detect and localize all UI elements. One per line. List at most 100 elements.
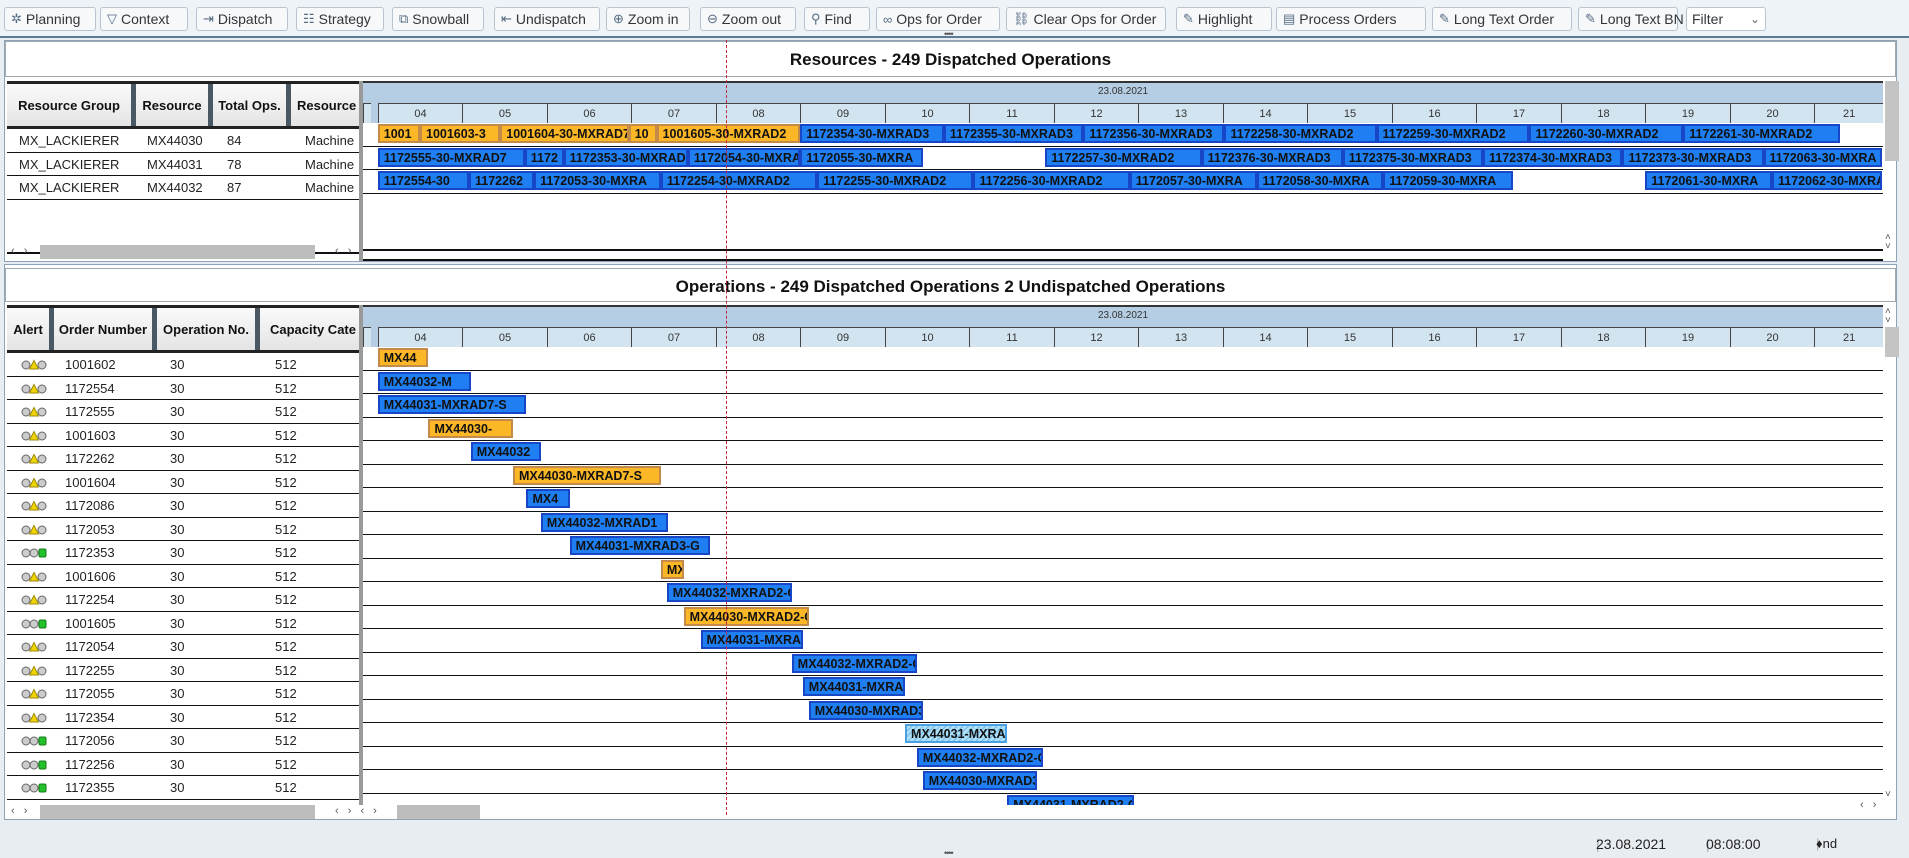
operation-row[interactable]: 1001602 30 512 bbox=[7, 353, 359, 377]
highlight-button[interactable]: ✎ Highlight bbox=[1176, 7, 1272, 31]
filter-dropdown[interactable]: Filter ⌄ bbox=[1686, 7, 1766, 31]
operation-bar[interactable]: 1172260-30-MXRAD2 bbox=[1529, 124, 1684, 143]
scroll-up-down-icon[interactable]: ˄ ˅ bbox=[1885, 307, 1894, 326]
operation-bar[interactable]: 1172353-30-MXRAD3 bbox=[563, 147, 688, 167]
column-header-alert[interactable]: Alert bbox=[7, 308, 54, 350]
zoom-out-button[interactable]: ⊖ Zoom out bbox=[700, 7, 796, 31]
ops-for-order-button[interactable]: ∞ Ops for Order bbox=[876, 7, 1000, 31]
column-header-capacity-category[interactable]: Capacity Cate bbox=[260, 308, 359, 350]
operation-bar[interactable]: 1172373-30-MXRAD3 bbox=[1622, 147, 1764, 167]
operation-bar[interactable]: MX44031-MXRAD2-GR bbox=[1007, 794, 1135, 805]
operation-bar[interactable]: 1172 bbox=[524, 147, 564, 167]
operation-row[interactable]: 1172053 30 512 bbox=[7, 518, 359, 541]
operation-bar[interactable]: MX44032 bbox=[470, 442, 541, 461]
operation-bar[interactable]: MX44032-M bbox=[377, 371, 471, 391]
operation-bar[interactable]: 1172374-30-MXRAD3 bbox=[1483, 147, 1623, 167]
operation-row[interactable]: 1172554 30 512 bbox=[7, 377, 359, 400]
operation-row[interactable]: 1172256 30 512 bbox=[7, 753, 359, 776]
operation-bar[interactable]: 1172256-30-MXRAD2 bbox=[973, 171, 1130, 190]
process-orders-button[interactable]: ▤ Process Orders bbox=[1276, 7, 1426, 31]
operation-bar[interactable]: 1172257-30-MXRAD2 bbox=[1045, 147, 1202, 167]
operation-bar[interactable]: 1172058-30-MXRA bbox=[1256, 171, 1384, 190]
strategy-button[interactable]: ☷ Strategy bbox=[296, 7, 384, 31]
operation-row[interactable]: 1001605 30 512 bbox=[7, 612, 359, 635]
operation-bar[interactable]: 1172376-30-MXRAD3 bbox=[1201, 147, 1343, 167]
operation-bar[interactable]: 1172053-30-MXRA bbox=[534, 171, 661, 190]
resource-row[interactable]: MX_LACKIERER MX44032 87 Machine bbox=[7, 176, 359, 200]
operation-bar[interactable]: MX44031-MXRAD1 bbox=[905, 724, 1008, 743]
operation-row[interactable]: 1172254 30 512 bbox=[7, 588, 359, 612]
operation-bar[interactable]: 1172255-30-MXRAD2 bbox=[817, 171, 974, 190]
splitter-grip-icon[interactable]: •••• bbox=[944, 848, 954, 858]
operation-bar[interactable]: MX44030- bbox=[428, 418, 513, 438]
operation-bar[interactable]: MX44 bbox=[377, 348, 429, 367]
zoom-in-button[interactable]: ⊕ Zoom in bbox=[606, 7, 690, 31]
scroll-up-down-icon[interactable]: ˄ ˅ bbox=[1885, 233, 1894, 252]
splitter-grip-icon[interactable]: •••• bbox=[944, 29, 954, 39]
operation-bar[interactable]: 1172356-30-MXRAD3 bbox=[1083, 124, 1225, 143]
operation-bar[interactable]: MX4 bbox=[526, 489, 571, 508]
resource-row[interactable]: MX_LACKIERER MX44031 78 Machine bbox=[7, 153, 359, 176]
operation-bar[interactable]: 1172354-30-MXRAD3 bbox=[800, 124, 944, 143]
operation-bar[interactable]: 1172555-30-MXRAD7 bbox=[377, 147, 525, 167]
operation-bar[interactable]: MX44030-MXRAD3-G bbox=[922, 771, 1037, 790]
column-header-operation-no[interactable]: Operation No. bbox=[157, 308, 260, 350]
operation-bar[interactable]: 1172261-30-MXRAD2 bbox=[1683, 124, 1840, 143]
operation-bar[interactable]: 1172057-30-MXRA bbox=[1129, 171, 1257, 190]
long-text-order-button[interactable]: ✎ Long Text Order bbox=[1432, 7, 1572, 31]
operation-bar[interactable]: MX bbox=[660, 559, 684, 579]
operation-bar[interactable]: 1001605-30-MXRAD2 bbox=[656, 124, 801, 143]
operation-bar[interactable]: 1172258-30-MXRAD2 bbox=[1224, 124, 1377, 143]
operation-bar[interactable]: 1172059-30-MXRA bbox=[1383, 171, 1514, 190]
operation-bar[interactable]: MX44032-MXRAD1 bbox=[540, 512, 668, 532]
scroll-arrows[interactable]: ‹ › bbox=[11, 805, 30, 817]
operation-row[interactable]: 1172054 30 512 bbox=[7, 635, 359, 659]
column-header-order-number[interactable]: Order Number bbox=[54, 308, 157, 350]
column-header-resource[interactable]: Resource bbox=[136, 84, 213, 126]
scroll-arrows[interactable]: ‹ › bbox=[11, 245, 30, 257]
planning-button[interactable]: ✲ Planning bbox=[4, 7, 96, 31]
operation-bar[interactable]: 1001603-3 bbox=[420, 124, 501, 143]
operation-bar[interactable]: MX44031-MXRAD3-G bbox=[569, 536, 710, 555]
operation-row[interactable]: 1172354 30 512 bbox=[7, 706, 359, 729]
operation-bar[interactable]: 1172062-30-MXRA bbox=[1772, 171, 1882, 190]
vertical-scrollbar[interactable] bbox=[1885, 81, 1899, 161]
operation-bar[interactable]: MX44031-MXRAD1 bbox=[700, 630, 803, 649]
operation-bar[interactable]: 1001 bbox=[377, 124, 420, 143]
operation-bar[interactable]: 1172055-30-MXRA bbox=[800, 147, 923, 167]
operation-row[interactable]: 1172055 30 512 bbox=[7, 682, 359, 706]
scroll-arrows[interactable]: ‹ › bbox=[335, 245, 354, 257]
operation-bar[interactable]: MX44032-MXRAD2-GR bbox=[916, 747, 1043, 767]
column-header-resource-group[interactable]: Resource Group bbox=[7, 84, 136, 126]
context-button[interactable]: ▽ Context bbox=[100, 7, 188, 31]
scroll-arrows[interactable]: ‹ › ‹ › bbox=[335, 805, 380, 817]
operation-bar[interactable]: 1172355-30-MXRAD3 bbox=[943, 124, 1084, 143]
scroll-down-icon[interactable]: ˅ bbox=[1885, 789, 1894, 800]
undispatch-button[interactable]: ⇤ Undispatch bbox=[494, 7, 600, 31]
operation-bar[interactable]: MX44032-MXRAD2-GR bbox=[666, 583, 792, 602]
operation-bar[interactable]: 1172262 bbox=[469, 171, 535, 190]
operation-bar[interactable]: 1001604-30-MXRAD7 bbox=[500, 124, 629, 143]
horizontal-scrollbar[interactable] bbox=[40, 245, 315, 259]
operation-row[interactable]: 1172262 30 512 bbox=[7, 447, 359, 471]
horizontal-scrollbar[interactable] bbox=[40, 805, 315, 819]
operation-row[interactable]: 1172555 30 512 bbox=[7, 400, 359, 424]
operation-row[interactable]: 1001603 30 512 bbox=[7, 424, 359, 447]
operation-bar[interactable]: 1172259-30-MXRAD2 bbox=[1376, 124, 1530, 143]
column-header-total-ops[interactable]: Total Ops. bbox=[213, 84, 291, 126]
vertical-scrollbar[interactable] bbox=[1885, 327, 1899, 357]
find-button[interactable]: ⚲ Find bbox=[804, 7, 870, 31]
operation-bar[interactable]: 1172375-30-MXRAD3 bbox=[1342, 147, 1484, 167]
operation-row[interactable]: 1172353 30 512 bbox=[7, 541, 359, 565]
gantt-horizontal-scrollbar[interactable] bbox=[397, 805, 480, 819]
operation-bar[interactable]: MX44030-MXRAD7-S bbox=[512, 465, 661, 485]
operation-bar[interactable]: 1172054-30-MXRA bbox=[687, 147, 801, 167]
operation-row[interactable]: 1001606 30 512 bbox=[7, 565, 359, 588]
operation-bar[interactable]: MX44032-MXRAD2-GR bbox=[791, 653, 917, 673]
operation-bar[interactable]: 1172254-30-MXRAD2 bbox=[660, 171, 818, 190]
clear-ops-for-order-button[interactable]: ⛓ Clear Ops for Order bbox=[1006, 7, 1166, 31]
operation-row[interactable]: 1172255 30 512 bbox=[7, 659, 359, 682]
snowball-button[interactable]: ⧉ Snowball bbox=[392, 7, 484, 31]
operation-bar[interactable]: MX44030-MXRAD2-GR bbox=[683, 606, 809, 626]
dispatch-button[interactable]: ⇥ Dispatch bbox=[196, 7, 288, 31]
